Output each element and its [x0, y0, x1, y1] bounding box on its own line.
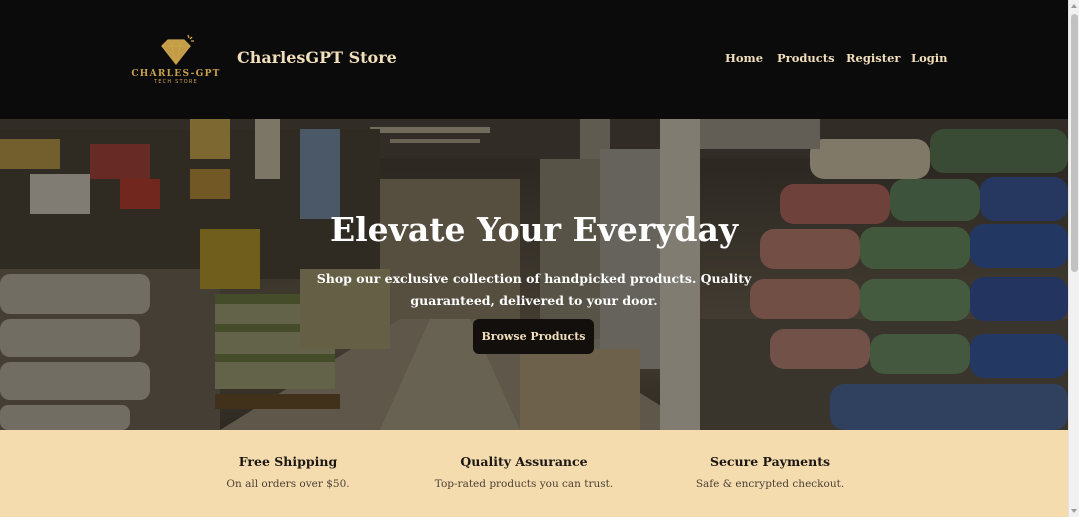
page-scrollbar[interactable] — [1068, 0, 1079, 517]
diamond-icon — [161, 34, 194, 66]
hero-title: Elevate Your Everyday — [329, 210, 739, 249]
nav-link-register[interactable]: Register — [846, 51, 900, 65]
logo-tagline: TECH STORE — [154, 79, 198, 85]
nav-link-products[interactable]: Products — [777, 51, 835, 65]
feature-quality-assurance: Quality Assurance Top-rated products you… — [414, 454, 634, 490]
nav-link-home[interactable]: Home — [725, 51, 763, 65]
feature-description: Top-rated products you can trust. — [434, 478, 614, 490]
scroll-down-arrow-icon[interactable] — [1071, 509, 1077, 513]
browse-products-button[interactable]: Browse Products — [473, 319, 594, 354]
feature-title: Free Shipping — [238, 454, 338, 469]
feature-title: Quality Assurance — [460, 454, 588, 469]
store-logo[interactable]: CHARLES-GPT TECH STORE — [128, 34, 224, 90]
site-title[interactable]: CharlesGPT Store — [237, 48, 397, 67]
feature-free-shipping: Free Shipping On all orders over $50. — [178, 454, 398, 490]
scroll-up-arrow-icon[interactable] — [1071, 4, 1077, 8]
hero-banner: Elevate Your Everyday Shop our exclusive… — [0, 119, 1068, 430]
site-header: CHARLES-GPT TECH STORE CharlesGPT Store … — [0, 0, 1068, 119]
feature-secure-payments: Secure Payments Safe & encrypted checkou… — [660, 454, 880, 490]
page: CHARLES-GPT TECH STORE CharlesGPT Store … — [0, 0, 1068, 517]
feature-title: Secure Payments — [709, 454, 831, 469]
feature-description: On all orders over $50. — [226, 478, 350, 490]
feature-description: Safe & encrypted checkout. — [695, 478, 845, 490]
scrollbar-thumb[interactable] — [1071, 14, 1078, 272]
features-section: Free Shipping On all orders over $50. Qu… — [0, 430, 1068, 517]
hero-subtitle: Shop our exclusive collection of handpic… — [316, 271, 752, 308]
logo-wordmark: CHARLES-GPT — [131, 69, 221, 79]
nav-link-login[interactable]: Login — [911, 51, 948, 65]
